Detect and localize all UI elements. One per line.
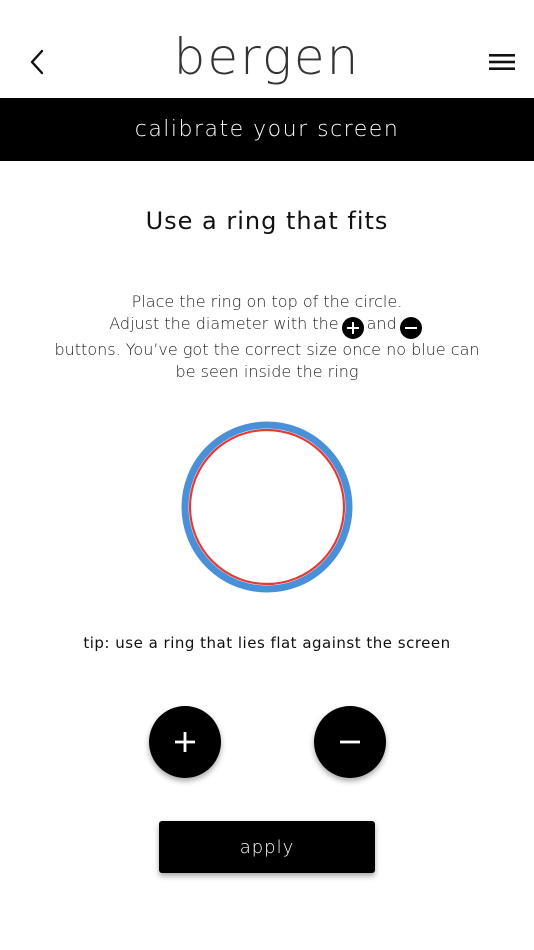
minus-icon: [340, 740, 360, 744]
page-heading: Use a ring that fits: [145, 207, 389, 235]
instructions-line-2-start: Adjust the diameter with the: [109, 314, 339, 333]
instructions-text: Place the ring on top of the circle. Adj…: [50, 291, 484, 383]
app-header: bergen: [0, 0, 534, 98]
minus-icon: [399, 317, 422, 339]
increase-diameter-button[interactable]: [149, 706, 221, 778]
instructions-line-2: Adjust the diameter with the and: [50, 313, 484, 339]
plus-icon: [341, 317, 364, 339]
brand-logo: bergen: [173, 28, 361, 86]
calibration-ring: [181, 421, 353, 593]
tip-text: tip: use a ring that lies flat against t…: [83, 634, 451, 652]
instructions-line-1: Place the ring on top of the circle.: [131, 292, 403, 311]
hamburger-menu-icon: [489, 54, 515, 70]
red-ring-outline: [188, 428, 346, 586]
decrease-diameter-button[interactable]: [314, 706, 386, 778]
banner-title: calibrate your screen: [134, 117, 400, 142]
instructions-line-2-and: and: [366, 314, 397, 333]
instructions-line-3: buttons. You’ve got the correct size onc…: [54, 340, 480, 381]
plus-icon: [175, 732, 195, 752]
apply-button[interactable]: apply: [159, 821, 375, 873]
menu-button[interactable]: [484, 46, 520, 78]
title-banner: calibrate your screen: [0, 98, 534, 161]
